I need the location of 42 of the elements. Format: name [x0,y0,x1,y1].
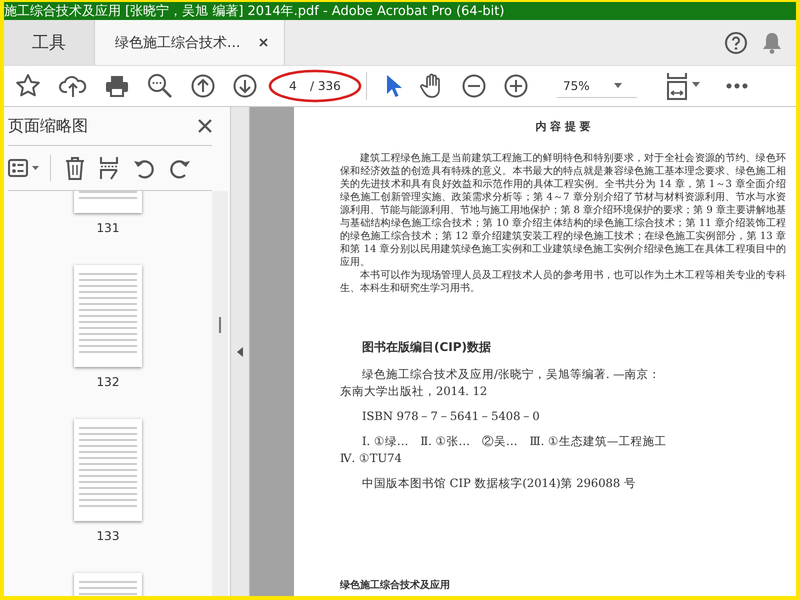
page-label: 132 [96,375,120,389]
close-icon[interactable] [259,38,268,47]
page-heading: 内 容 提 要 [534,119,592,134]
previous-page-icon[interactable] [191,74,215,98]
page-label: 133 [96,529,120,543]
document-tab[interactable]: 工具 [4,20,95,65]
document-tab[interactable]: 绿色施工综合技术... [95,20,285,65]
help-icon[interactable] [724,30,748,54]
scrollbar-handle[interactable] [219,317,221,333]
close-icon[interactable] [198,119,212,133]
page-footer: 绿色施工综合技术及应用 [340,578,786,592]
caret-icon [614,83,622,88]
star-icon[interactable] [15,73,41,99]
more-icon[interactable] [726,83,748,89]
fit-page-icon[interactable] [665,72,701,100]
panel-title: 页面缩略图 [8,116,88,136]
crop-page-icon[interactable] [99,156,119,180]
bell-icon[interactable] [762,32,782,54]
cip-entry: ISBN 978－7－5641－5408－0 [361,408,541,425]
pointer-icon[interactable] [384,73,402,99]
zoom-search-icon[interactable] [147,73,173,99]
page-thumbnail[interactable] [74,265,142,367]
trash-icon[interactable] [65,156,85,180]
zoom-in-icon[interactable] [504,74,528,98]
next-page-icon[interactable] [233,74,257,98]
cip-entry: 中国版本图书馆 CIP 数据核字(2014)第 296088 号 [361,475,637,492]
cip-entry: Ⅰ. ①绿… Ⅱ. ①张… ②吴… Ⅲ. ①生态建筑—工程施工 Ⅳ. ①TU74 [340,433,668,467]
options-icon[interactable] [8,159,40,177]
summary-paragraph: 本书可以作为现场管理人员及工程技术人员的参考用书，也可以作为土木工程等相关专业的专科生、本科生和研究生学习用书。 [340,269,786,295]
collapse-icon[interactable] [237,346,243,356]
page-number-field[interactable]: 4 [276,79,310,93]
print-icon[interactable] [105,74,129,98]
page-thumbnail[interactable] [74,419,142,521]
cloud-upload-icon[interactable] [59,74,87,98]
cip-heading: 图书在版编目(CIP)数据 [362,339,492,356]
zoom-dropdown[interactable]: 75% [557,74,637,98]
summary-paragraph: 建筑工程绿色施工是当前建筑工程施工的鲜明特色和特别要求，对于全社会资源的节约、绿色环保和经济效益的创造具有特殊的意义。本书最大的特点就是兼容绿色施工基本理念要求、绿色施工相关的先进技术和具有良好效益和示范作用的具体工程实例。全书共分为 14 章，第 1～3 章全面介绍绿色施工创新管理实施、政策需求分析等；第 4～7 章分别介绍了节材与材料资源利用、节水与水资源利用、节能与能源利用、节地与施工用地保护；第 8 章介绍环境保护的要求；第 9 章主要讲解地基与基础结构绿色施工综合技术；第 10 章介绍主体结构的绿色施工综合技术；第 11 章介绍装饰工程的绿色施工综合技术；第 12 章介绍建筑安装工程的绿色施工技术；在绿色施工实例部分，第 13 章和第 14 章分别以民用建筑绿色施工实例和工业建筑绿色施工实例介绍绿色施工在具体工程项目中的应用。 [340,152,786,269]
page-label: 131 [96,221,120,235]
cip-entry: 绿色施工综合技术及应用/张晓宁，吴旭等编著. —南京：东南大学出版社，2014. 12 [340,366,662,400]
zoom-out-icon[interactable] [462,74,486,98]
page-count: / 336 [310,79,341,93]
window-title: 施工综合技术及应用 [张晓宁，吴旭 编著] 2014年.pdf - Adobe Acrobat Pro (64-bit) [4,3,504,20]
